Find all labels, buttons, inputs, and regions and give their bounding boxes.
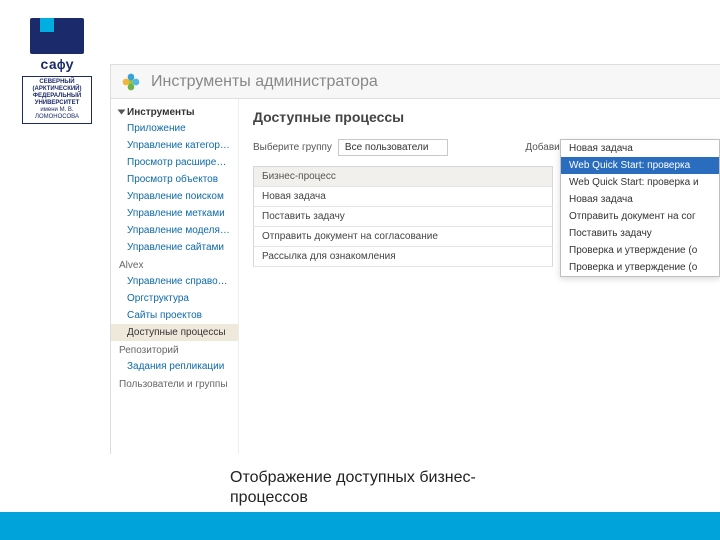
sidebar-item[interactable]: Задания репликации — [111, 358, 238, 375]
sidebar-section[interactable]: Инструменты — [111, 103, 238, 120]
logo-mark — [30, 18, 84, 54]
sidebar-section[interactable]: Alvex — [111, 256, 238, 273]
main-title: Доступные процессы — [253, 109, 706, 125]
sidebar-item[interactable]: Управление поиском — [111, 188, 238, 205]
chevron-down-icon — [118, 110, 126, 115]
table-row[interactable]: Рассылка для ознакомления — [254, 247, 553, 267]
slide-caption: Отображение доступных бизнес-процессов — [230, 468, 550, 508]
sidebar-section-label: Пользователи и группы — [119, 379, 228, 390]
table-row[interactable]: Отправить документ на согласование — [254, 227, 553, 247]
university-logo: cафу СЕВЕРНЫЙ (АРКТИЧЕСКИЙ) ФЕДЕРАЛЬНЫЙ … — [22, 18, 92, 124]
sidebar-section[interactable]: Репозиторий — [111, 341, 238, 358]
sidebar-item[interactable]: Управление моделями — [111, 222, 238, 239]
sidebar-item[interactable]: Просмотр объектов — [111, 171, 238, 188]
table-cell: Новая задача — [254, 187, 553, 207]
sidebar-item[interactable]: Управление сайтами — [111, 239, 238, 256]
app-title: Инструменты администратора — [151, 73, 378, 91]
logo-caption: СЕВЕРНЫЙ (АРКТИЧЕСКИЙ) ФЕДЕРАЛЬНЫЙ УНИВЕ… — [22, 76, 92, 124]
dropdown-item[interactable]: Проверка и утверждение (о — [561, 242, 719, 259]
table-row[interactable]: Поставить задачу — [254, 207, 553, 227]
table-row[interactable]: Новая задача — [254, 187, 553, 207]
app-header: Инструменты администратора — [111, 65, 720, 99]
sidebar-item[interactable]: Управление категориями — [111, 137, 238, 154]
sidebar-item[interactable]: Доступные процессы — [111, 324, 238, 341]
group-select-value: Все пользователи — [345, 142, 429, 153]
sidebar-item[interactable]: Приложение — [111, 120, 238, 137]
main-panel: Доступные процессы Выберите группу Все п… — [239, 99, 720, 454]
sidebar-item[interactable]: Оргструктура — [111, 290, 238, 307]
table-header: Бизнес-процесс — [254, 167, 553, 187]
process-table: Бизнес-процесс Новая задачаПоставить зад… — [253, 166, 553, 267]
app-logo-icon — [121, 72, 141, 92]
sidebar: Инструменты ПриложениеУправление категори… — [111, 99, 239, 454]
add-process-dropdown: Новая задачаWeb Quick Start: проверкаWeb… — [560, 139, 720, 277]
group-label: Выберите группу — [253, 142, 332, 153]
dropdown-item[interactable]: Web Quick Start: проверка — [561, 157, 719, 174]
admin-tools-app: Инструменты администратора Инструменты Пр… — [110, 64, 720, 454]
group-select[interactable]: Все пользователи — [338, 139, 448, 156]
sidebar-section-label: Инструменты — [127, 107, 195, 118]
sidebar-item[interactable]: Управление справочниками — [111, 273, 238, 290]
dropdown-item[interactable]: Отправить документ на сог — [561, 208, 719, 225]
sidebar-section[interactable]: Пользователи и группы — [111, 375, 238, 392]
dropdown-item[interactable]: Новая задача — [561, 191, 719, 208]
sidebar-section-label: Alvex — [119, 260, 143, 271]
sidebar-item[interactable]: Просмотр расширений — [111, 154, 238, 171]
table-cell: Поставить задачу — [254, 207, 553, 227]
dropdown-item[interactable]: Web Quick Start: проверка и — [561, 174, 719, 191]
dropdown-item[interactable]: Проверка и утверждение (о — [561, 259, 719, 276]
table-cell: Отправить документ на согласование — [254, 227, 553, 247]
logo-word: cафу — [22, 58, 92, 74]
sidebar-item[interactable]: Управление метками — [111, 205, 238, 222]
slide-footer-bar — [0, 512, 720, 540]
table-cell: Рассылка для ознакомления — [254, 247, 553, 267]
sidebar-item[interactable]: Сайты проектов — [111, 307, 238, 324]
dropdown-item[interactable]: Новая задача — [561, 140, 719, 157]
dropdown-item[interactable]: Поставить задачу — [561, 225, 719, 242]
sidebar-section-label: Репозиторий — [119, 345, 179, 356]
